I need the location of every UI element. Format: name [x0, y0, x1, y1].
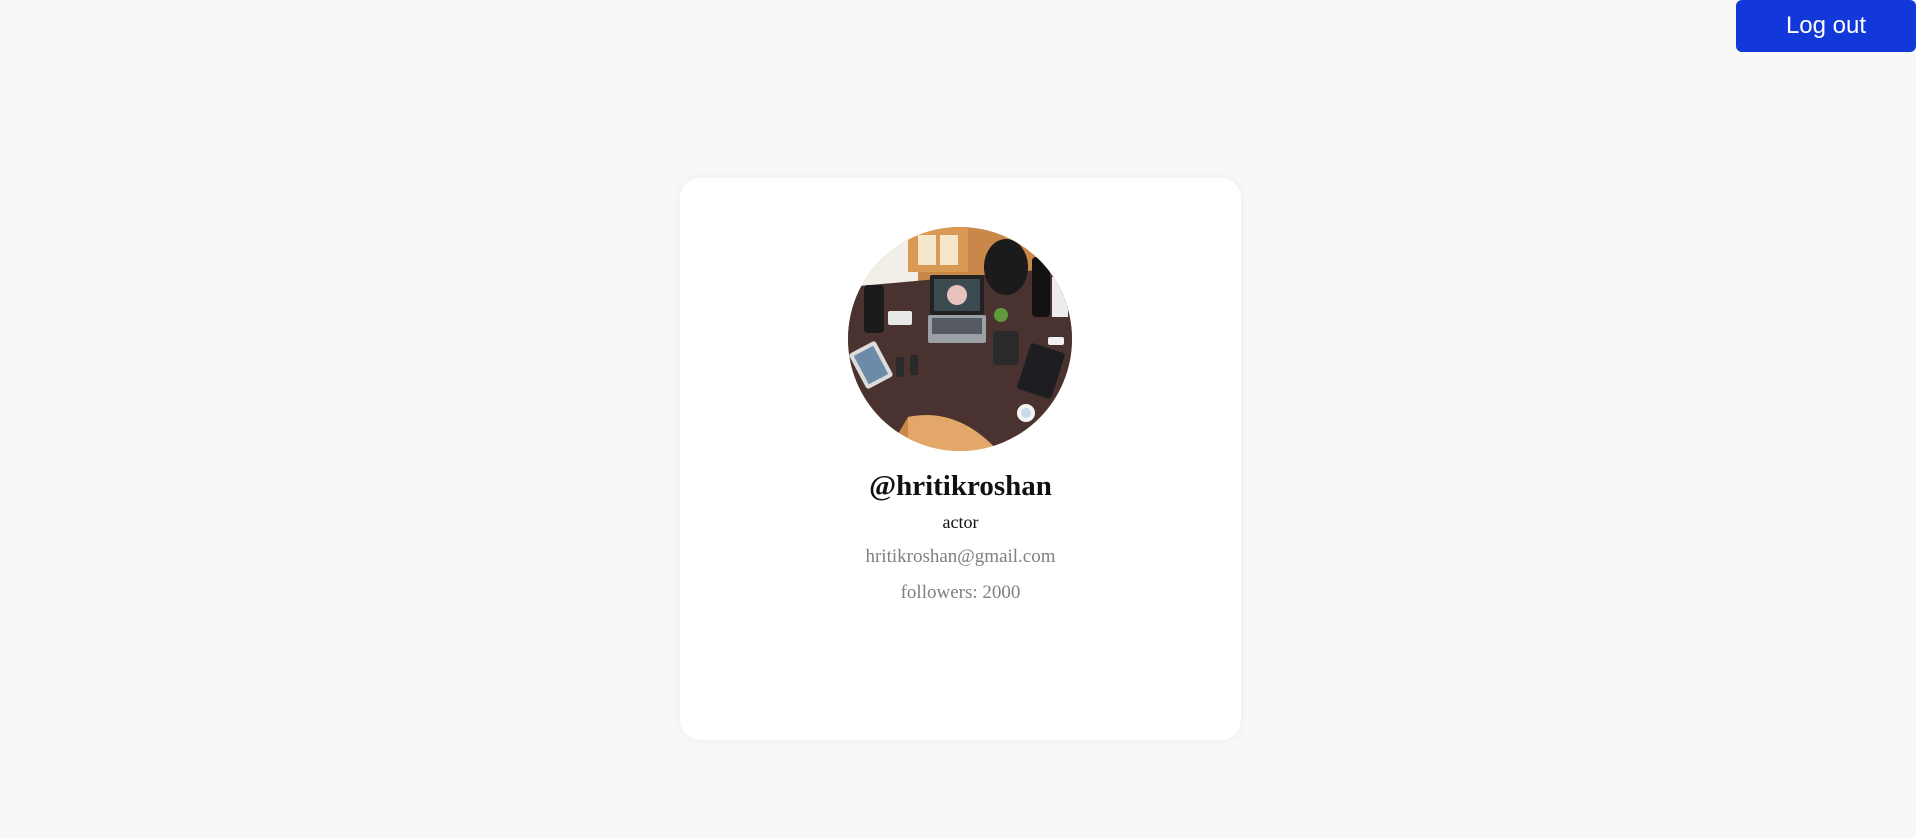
- logout-button[interactable]: Log out: [1736, 0, 1916, 52]
- profile-followers: followers: 2000: [680, 581, 1241, 605]
- avatar-image: [848, 227, 1072, 451]
- profile-avatar: [848, 227, 1072, 451]
- profile-role: actor: [942, 512, 979, 532]
- profile-email: hritikroshan@gmail.com: [865, 546, 1056, 567]
- followers-label: followers:: [900, 582, 978, 603]
- followers-count: 2000: [982, 582, 1021, 603]
- profile-username: @hritikroshan: [869, 470, 1052, 502]
- profile-card: @hritikroshan actor hritikroshan@gmail.c…: [680, 178, 1241, 740]
